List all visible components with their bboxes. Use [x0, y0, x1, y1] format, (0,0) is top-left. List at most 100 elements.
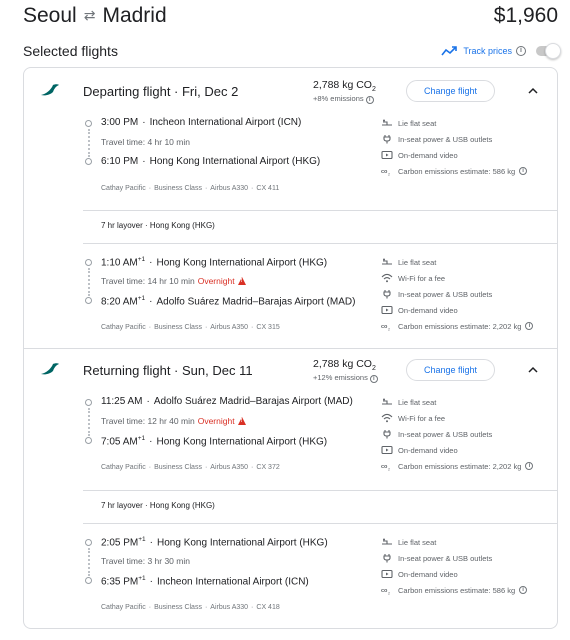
change-flight-button[interactable]: Change flight — [406, 80, 495, 102]
departure-airport: Adolfo Suárez Madrid–Barajas Airport (MA… — [153, 396, 353, 407]
timeline-origin-dot — [85, 259, 92, 266]
flight-detail: Business Class — [154, 324, 202, 331]
svg-text:co: co — [381, 588, 388, 594]
arrival-airport: Hong Kong International Airport (HKG) — [149, 156, 321, 167]
departure-time: 1:10 AM+1 · Hong Kong International Airpor… — [101, 256, 328, 269]
info-icon[interactable]: i — [516, 46, 526, 56]
amenity-item: co 2 Carbon emissions estimate: 2,202 kg i — [381, 318, 534, 334]
svg-text:2: 2 — [388, 592, 390, 596]
amenity-item: On-demand video — [381, 566, 527, 582]
amenities-list: Lie flat seat In-seat power & USB outlets… — [381, 115, 528, 179]
selected-flights-heading: Selected flights — [23, 43, 118, 59]
departing-flight-card: Departing flight · Fri, Dec 2 2,788 kg C… — [23, 67, 558, 349]
amenity-label: Carbon emissions estimate: 2,202 kg — [398, 461, 522, 471]
flight-details: Cathay Pacific · Business Class · Airbus A33… — [101, 185, 280, 192]
arrival-airport: Hong Kong International Airport (HKG) — [156, 436, 328, 448]
co2-icon: co 2 — [381, 585, 393, 595]
round-trip-arrows-icon: ⇄ — [83, 7, 96, 23]
warning-icon — [237, 277, 246, 285]
info-icon[interactable]: i — [365, 96, 374, 104]
divider — [83, 210, 557, 211]
layover-info: 7 hr layover · Hong Kong (HKG) — [101, 221, 215, 230]
flight-detail: CX 411 — [256, 185, 280, 192]
trip-header: Seoul ⇄ Madrid $1,960 — [23, 4, 558, 30]
info-icon[interactable]: i — [525, 462, 534, 470]
co2-icon: co 2 — [381, 461, 393, 471]
amenity-label: Carbon emissions estimate: 2,202 kg — [398, 321, 522, 331]
emissions-delta: +8% emissions i — [313, 94, 374, 104]
lie-flat-seat-icon — [381, 118, 393, 128]
departure-airport: Hong Kong International Airport (HKG) — [156, 257, 328, 269]
amenity-item: In-seat power & USB outlets — [381, 426, 533, 442]
track-prices[interactable]: Track prices i — [441, 42, 561, 60]
co2-total: 2,788 kg CO2 — [313, 358, 376, 373]
info-icon[interactable]: i — [519, 167, 528, 175]
departure-time: 11:25 AM · Adolfo Suárez Madrid–Barajas Ai… — [101, 396, 353, 407]
amenity-item: co 2 Carbon emissions estimate: 2,202 kg i — [381, 458, 534, 474]
amenity-item: On-demand video — [381, 302, 533, 318]
chevron-up-icon[interactable] — [526, 84, 540, 98]
travel-time: Travel time: 4 hr 10 min — [101, 137, 190, 147]
route-title: Seoul ⇄ Madrid — [23, 4, 167, 28]
video-icon — [381, 150, 393, 160]
departure-airport: Incheon International Airport (ICN) — [149, 117, 302, 128]
cathay-pacific-logo-icon — [41, 363, 59, 375]
amenity-item: Lie flat seat — [381, 534, 527, 550]
info-icon[interactable]: i — [525, 322, 534, 330]
co2-icon: co 2 — [381, 321, 393, 331]
timeline-line — [88, 129, 90, 157]
divider — [83, 523, 557, 524]
power-outlet-icon — [381, 553, 393, 563]
amenity-item: Lie flat seat — [381, 115, 527, 131]
returning-title: Returning flight · Sun, Dec 11 — [83, 363, 253, 378]
info-icon[interactable]: i — [369, 375, 378, 383]
travel-time: Travel time: 3 hr 30 min — [101, 556, 190, 566]
returning-flight-card: Returning flight · Sun, Dec 11 2,788 kg … — [23, 349, 558, 629]
departure-airport: Hong Kong International Airport (HKG) — [157, 537, 328, 549]
svg-text:co: co — [381, 464, 388, 470]
timeline-line — [88, 268, 90, 296]
amenity-label: Carbon emissions estimate: 586 kg — [398, 166, 516, 176]
change-flight-button[interactable]: Change flight — [406, 359, 495, 381]
amenity-label: On-demand video — [398, 150, 458, 160]
flight-detail: CX 315 — [256, 324, 280, 331]
destination-city: Madrid — [102, 4, 167, 27]
info-icon[interactable]: i — [519, 586, 528, 594]
svg-text:2: 2 — [388, 173, 390, 177]
flight-detail: Cathay Pacific — [101, 324, 146, 331]
timeline-line — [88, 408, 90, 436]
power-outlet-icon — [381, 289, 393, 299]
amenity-label: Carbon emissions estimate: 586 kg — [398, 585, 516, 595]
amenity-label: In-seat power & USB outlets — [398, 289, 493, 299]
amenity-item: Wi-Fi for a fee — [381, 410, 533, 426]
lie-flat-seat-icon — [381, 537, 393, 547]
flight-detail: CX 372 — [256, 464, 280, 471]
svg-text:co: co — [381, 169, 388, 175]
track-prices-toggle[interactable] — [536, 43, 561, 59]
flight-detail: Business Class — [154, 604, 202, 611]
wifi-icon — [381, 413, 393, 423]
timeline-origin-dot — [85, 120, 92, 127]
overnight-label: Overnight — [197, 416, 235, 426]
flight-detail: Airbus A330 — [210, 185, 249, 192]
flight-detail: Cathay Pacific — [101, 464, 146, 471]
arrival-time: 8:20 AM+1 · Adolfo Suárez Madrid–Barajas A… — [101, 295, 356, 308]
flight-detail: Cathay Pacific — [101, 185, 146, 192]
timeline-line — [88, 548, 90, 576]
timeline-origin-dot — [85, 399, 92, 406]
flight-details: Cathay Pacific · Business Class · Airbus A35… — [101, 324, 280, 331]
amenity-label: Lie flat seat — [398, 118, 437, 128]
timeline-destination-dot — [85, 158, 92, 165]
amenity-item: In-seat power & USB outlets — [381, 550, 527, 566]
timeline-origin-dot — [85, 539, 92, 546]
amenity-label: Wi-Fi for a fee — [398, 413, 446, 423]
chevron-up-icon[interactable] — [526, 363, 540, 377]
travel-time: Travel time: 14 hr 10 min Overnight — [101, 276, 246, 286]
amenity-item: Lie flat seat — [381, 394, 533, 410]
toggle-knob — [545, 43, 561, 59]
flight-detail: Airbus A350 — [210, 464, 249, 471]
timeline-destination-dot — [85, 437, 92, 444]
flight-detail: CX 418 — [256, 604, 280, 611]
amenity-label: In-seat power & USB outlets — [398, 553, 493, 563]
origin-city: Seoul — [23, 4, 77, 27]
